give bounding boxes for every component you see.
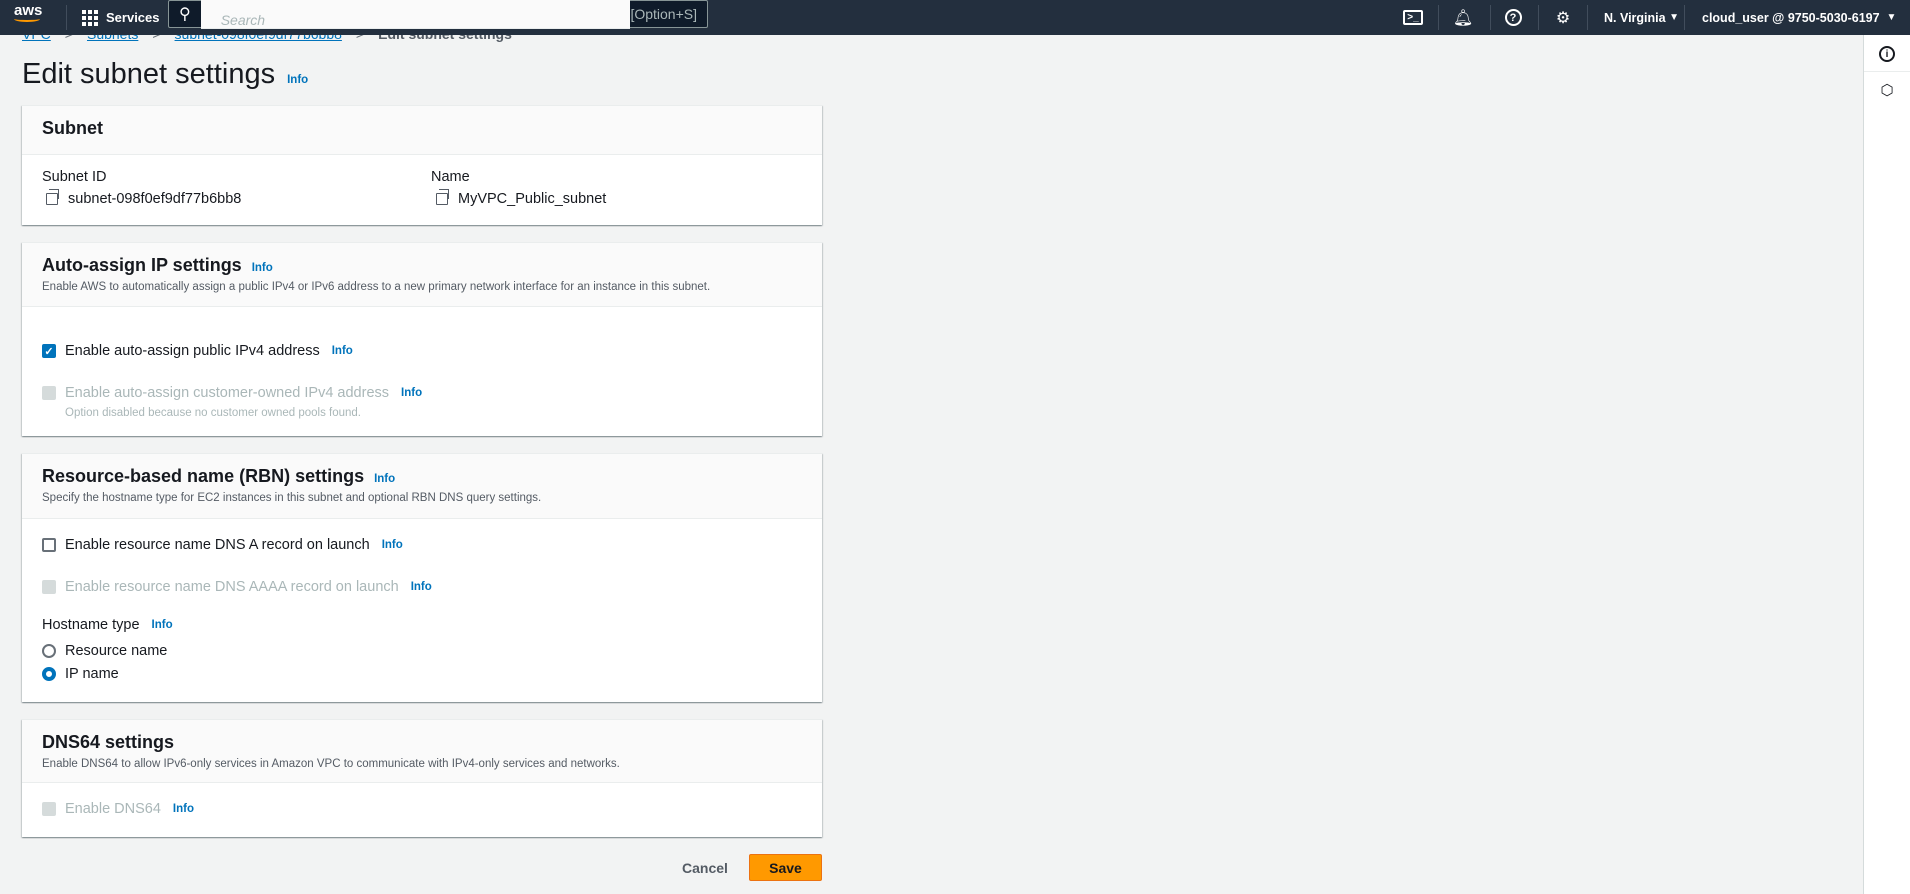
- checkbox-box: [42, 802, 56, 816]
- subnet-panel: Subnet Subnet ID subnet-098f0ef9df77b6bb…: [22, 105, 822, 225]
- info-link[interactable]: Info: [287, 74, 308, 86]
- panel-description: Specify the hostname type for EC2 instan…: [42, 492, 542, 504]
- search-input[interactable]: ⚲ Search [Option+S]: [168, 0, 708, 29]
- subnet-id-value: subnet-098f0ef9df77b6bb8: [68, 191, 242, 207]
- checkbox-label: Enable resource name DNS AAAA record on …: [65, 579, 399, 595]
- auto-assign-customer-ipv4-checkbox: Enable auto-assign customer-owned IPv4 a…: [42, 385, 422, 401]
- copy-icon[interactable]: [436, 189, 449, 205]
- services-label: Services: [106, 10, 160, 25]
- page-title: Edit subnet settings: [22, 58, 276, 90]
- checkbox-label: Enable DNS64: [65, 801, 161, 817]
- disabled-note: Option disabled because no customer owne…: [65, 407, 362, 419]
- subnet-id-label: Subnet ID: [42, 169, 107, 185]
- caret-down-icon: ▼: [1669, 12, 1679, 23]
- account-menu[interactable]: cloud_user @ 9750-5030-6197 ▼: [1702, 0, 1896, 35]
- checkbox-box: [42, 580, 56, 594]
- checkmark-icon[interactable]: ✓: [42, 344, 56, 358]
- name-label: Name: [431, 169, 470, 185]
- panel-title: Resource-based name (RBN) settings: [42, 466, 365, 486]
- right-tools-panel: i ⬡: [1863, 35, 1910, 894]
- info-link[interactable]: Info: [252, 262, 273, 274]
- info-link[interactable]: Info: [401, 387, 422, 399]
- enable-dns64-checkbox: Enable DNS64 Info: [42, 801, 194, 817]
- search-icon: ⚲: [179, 6, 191, 23]
- checkbox-label: Enable resource name DNS A record on lau…: [65, 537, 370, 553]
- auto-assign-ip-panel: Auto-assign IP settings Info Enable AWS to…: [22, 242, 822, 436]
- panel-title: Subnet: [42, 118, 103, 138]
- info-link[interactable]: Info: [411, 581, 432, 593]
- radio-button[interactable]: [42, 644, 56, 658]
- info-link[interactable]: Info: [382, 539, 403, 551]
- checkbox-box: [42, 386, 56, 400]
- account-label: cloud_user @ 9750-5030-6197: [1702, 10, 1880, 25]
- info-link[interactable]: Info: [332, 345, 353, 357]
- copy-icon[interactable]: [46, 189, 59, 205]
- caret-down-icon: ▼: [1886, 12, 1897, 23]
- radio-label: IP name: [65, 666, 119, 682]
- region-label: N. Virginia: [1604, 10, 1666, 25]
- panel-description: Enable AWS to automatically assign a pub…: [42, 281, 711, 293]
- info-link[interactable]: Info: [374, 473, 395, 485]
- label-text: Hostname type: [42, 617, 140, 633]
- region-selector[interactable]: N. Virginia ▼: [1604, 0, 1679, 35]
- top-nav-bar: aws Services ⚲ Search [Option+S] >_ 🔔︎ ?…: [0, 0, 1910, 35]
- radio-ip-name[interactable]: IP name: [42, 666, 119, 682]
- radio-button[interactable]: [42, 667, 56, 681]
- panel-title: DNS64 settings: [42, 732, 175, 752]
- radio-label: Resource name: [65, 643, 168, 659]
- panel-title: Auto-assign IP settings: [42, 255, 242, 275]
- info-link[interactable]: Info: [173, 803, 194, 815]
- help-icon[interactable]: ?: [1498, 0, 1528, 35]
- bell-icon[interactable]: 🔔︎: [1448, 0, 1478, 35]
- hostname-type-label: Hostname type Info: [42, 617, 173, 633]
- info-icon[interactable]: i: [1874, 41, 1900, 67]
- settings-icon[interactable]: ⚙: [1548, 0, 1578, 35]
- rbn-settings-panel: Resource-based name (RBN) settings Info Sp…: [22, 453, 822, 702]
- info-link[interactable]: Info: [152, 619, 173, 631]
- grid-icon: [82, 9, 98, 26]
- aws-logo[interactable]: aws: [14, 2, 43, 22]
- radio-resource-name[interactable]: Resource name: [42, 643, 167, 659]
- checkbox-label: Enable auto-assign public IPv4 address: [65, 343, 320, 359]
- checkbox-label: Enable auto-assign customer-owned IPv4 a…: [65, 385, 390, 401]
- save-button[interactable]: Save: [749, 854, 822, 881]
- dns-a-record-checkbox[interactable]: Enable resource name DNS A record on lau…: [42, 537, 403, 553]
- name-value: MyVPC_Public_subnet: [458, 191, 607, 207]
- dns64-settings-panel: DNS64 settings Enable DNS64 to allow IPv6…: [22, 719, 822, 837]
- cloudshell-icon[interactable]: >_: [1398, 0, 1428, 35]
- cancel-button[interactable]: Cancel: [670, 856, 740, 880]
- dns-aaaa-record-checkbox: Enable resource name DNS AAAA record on …: [42, 579, 432, 595]
- logo-text: aws: [14, 2, 43, 19]
- search-placeholder: Search: [200, 0, 631, 29]
- services-menu-button[interactable]: Services: [82, 0, 160, 35]
- auto-assign-ipv4-checkbox[interactable]: ✓ Enable auto-assign public IPv4 address I…: [42, 343, 353, 359]
- search-shortcut: [Option+S]: [630, 6, 697, 22]
- checkbox-box[interactable]: [42, 538, 56, 552]
- hexagon-help-icon[interactable]: ⬡: [1874, 77, 1900, 103]
- panel-description: Enable DNS64 to allow IPv6-only services…: [42, 758, 620, 770]
